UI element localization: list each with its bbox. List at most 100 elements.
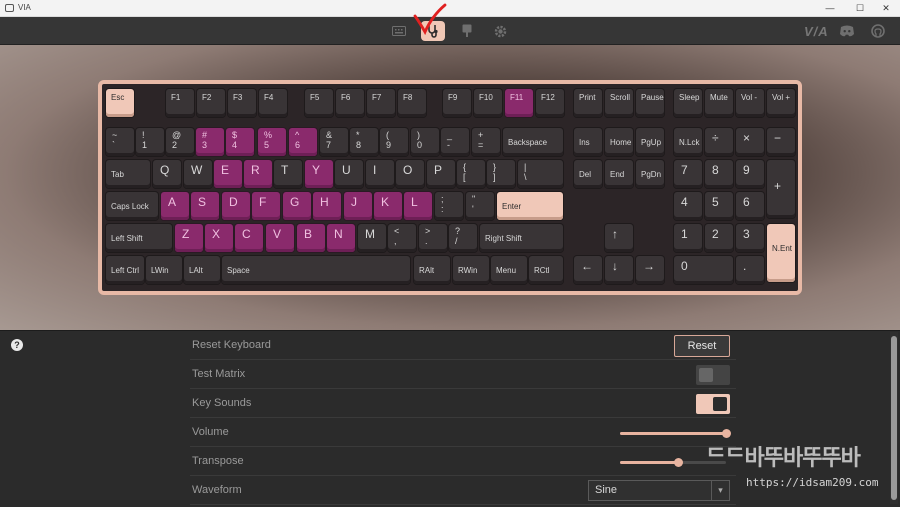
key-num1[interactable]: 1: [674, 224, 702, 252]
key-vol-up[interactable]: Vol +: [767, 89, 795, 117]
key-num-dot[interactable]: .: [736, 256, 764, 284]
key-b[interactable]: B: [297, 224, 325, 252]
github-icon[interactable]: [866, 21, 890, 41]
key-w[interactable]: W: [184, 160, 212, 188]
key-enter[interactable]: Enter: [497, 192, 563, 220]
key-z[interactable]: Z: [175, 224, 203, 252]
key-pgup[interactable]: PgUp: [636, 128, 664, 156]
key-f12[interactable]: F12: [536, 89, 564, 117]
key-8[interactable]: * 8: [350, 128, 378, 156]
key-period[interactable]: > .: [419, 224, 447, 252]
key-pause[interactable]: Pause: [636, 89, 664, 117]
key-f7[interactable]: F7: [367, 89, 395, 117]
key-num9[interactable]: 9: [736, 160, 764, 188]
key-lbracket[interactable]: { [: [457, 160, 485, 188]
key-arrow-left[interactable]: ←: [574, 256, 602, 284]
discord-icon[interactable]: [835, 21, 859, 41]
key-arrow-right[interactable]: →: [636, 256, 664, 284]
key-tab[interactable]: Tab: [106, 160, 150, 188]
key-m[interactable]: M: [358, 224, 386, 252]
key-quote[interactable]: " ': [466, 192, 494, 220]
key-1[interactable]: ! 1: [136, 128, 164, 156]
panel-scrollbar[interactable]: [890, 332, 898, 504]
key-left-shift[interactable]: Left Shift: [106, 224, 172, 252]
key-g[interactable]: G: [283, 192, 311, 220]
key-num-add[interactable]: +: [767, 160, 795, 218]
key-num6[interactable]: 6: [736, 192, 764, 220]
key-j[interactable]: J: [344, 192, 372, 220]
scrollbar-thumb[interactable]: [891, 336, 897, 500]
key-o[interactable]: O: [396, 160, 424, 188]
key-right-shift[interactable]: Right Shift: [480, 224, 563, 252]
key-k[interactable]: K: [374, 192, 402, 220]
key-u[interactable]: U: [335, 160, 363, 188]
key-left-win[interactable]: LWin: [146, 256, 182, 284]
key-num3[interactable]: 3: [736, 224, 764, 252]
transpose-slider-thumb[interactable]: [674, 458, 684, 467]
key-capslock[interactable]: Caps Lock: [106, 192, 158, 220]
key-f1[interactable]: F1: [166, 89, 194, 117]
key-n[interactable]: N: [327, 224, 355, 252]
key-f9[interactable]: F9: [443, 89, 471, 117]
key-num7[interactable]: 7: [674, 160, 702, 188]
key-print[interactable]: Print: [574, 89, 602, 117]
key-4[interactable]: $ 4: [226, 128, 254, 156]
key-q[interactable]: Q: [153, 160, 181, 188]
key-minus[interactable]: _ -: [441, 128, 469, 156]
key-menu[interactable]: Menu: [491, 256, 527, 284]
close-button[interactable]: ✕: [872, 1, 900, 16]
key-f4[interactable]: F4: [259, 89, 287, 117]
key-backslash[interactable]: | \: [518, 160, 563, 188]
key-arrow-down[interactable]: ↓: [605, 256, 633, 284]
key-h[interactable]: H: [313, 192, 341, 220]
key-l[interactable]: L: [404, 192, 432, 220]
key-multiply[interactable]: ×: [736, 128, 764, 156]
key-del[interactable]: Del: [574, 160, 602, 188]
key-num2[interactable]: 2: [705, 224, 733, 252]
key-p[interactable]: P: [427, 160, 455, 188]
key-sounds-toggle[interactable]: [696, 394, 730, 414]
key-d[interactable]: D: [222, 192, 250, 220]
reset-button[interactable]: Reset: [674, 335, 730, 357]
key-mute[interactable]: Mute: [705, 89, 733, 117]
key-e[interactable]: E: [214, 160, 242, 188]
key-5[interactable]: % 5: [258, 128, 286, 156]
key-subtract[interactable]: −: [767, 128, 795, 156]
test-matrix-toggle[interactable]: [696, 365, 730, 385]
key-esc[interactable]: Esc: [106, 89, 134, 117]
maximize-button[interactable]: ☐: [846, 1, 874, 16]
key-scroll[interactable]: Scroll: [605, 89, 633, 117]
key-pgdn[interactable]: PgDn: [636, 160, 664, 188]
key-backspace[interactable]: Backspace: [503, 128, 563, 156]
volume-slider-thumb[interactable]: [722, 429, 731, 438]
key-end[interactable]: End: [605, 160, 633, 188]
help-icon[interactable]: ?: [11, 339, 23, 351]
key-f[interactable]: F: [252, 192, 280, 220]
key-7[interactable]: & 7: [320, 128, 348, 156]
key-arrow-up[interactable]: ↑: [605, 224, 633, 252]
key-num0[interactable]: 0: [674, 256, 733, 284]
key-divide[interactable]: ÷: [705, 128, 733, 156]
minimize-button[interactable]: —: [816, 1, 844, 16]
key-right-ctrl[interactable]: RCtl: [529, 256, 563, 284]
key-slash[interactable]: ? /: [449, 224, 477, 252]
key-num4[interactable]: 4: [674, 192, 702, 220]
keycap-icon[interactable]: [455, 21, 479, 41]
key-f11[interactable]: F11: [505, 89, 533, 117]
key-f10[interactable]: F10: [474, 89, 502, 117]
key-t[interactable]: T: [274, 160, 302, 188]
key-c[interactable]: C: [235, 224, 263, 252]
key-x[interactable]: X: [205, 224, 233, 252]
key-s[interactable]: S: [191, 192, 219, 220]
key-3[interactable]: # 3: [196, 128, 224, 156]
key-6[interactable]: ^ 6: [289, 128, 317, 156]
key-right-alt[interactable]: RAlt: [414, 256, 450, 284]
key-vol-down[interactable]: Vol -: [736, 89, 764, 117]
key-2[interactable]: @ 2: [166, 128, 194, 156]
key-left-alt[interactable]: LAlt: [184, 256, 220, 284]
key-num5[interactable]: 5: [705, 192, 733, 220]
key-home[interactable]: Home: [605, 128, 633, 156]
key-grave[interactable]: ~ `: [106, 128, 134, 156]
gear-icon[interactable]: [488, 21, 512, 41]
key-y[interactable]: Y: [305, 160, 333, 188]
